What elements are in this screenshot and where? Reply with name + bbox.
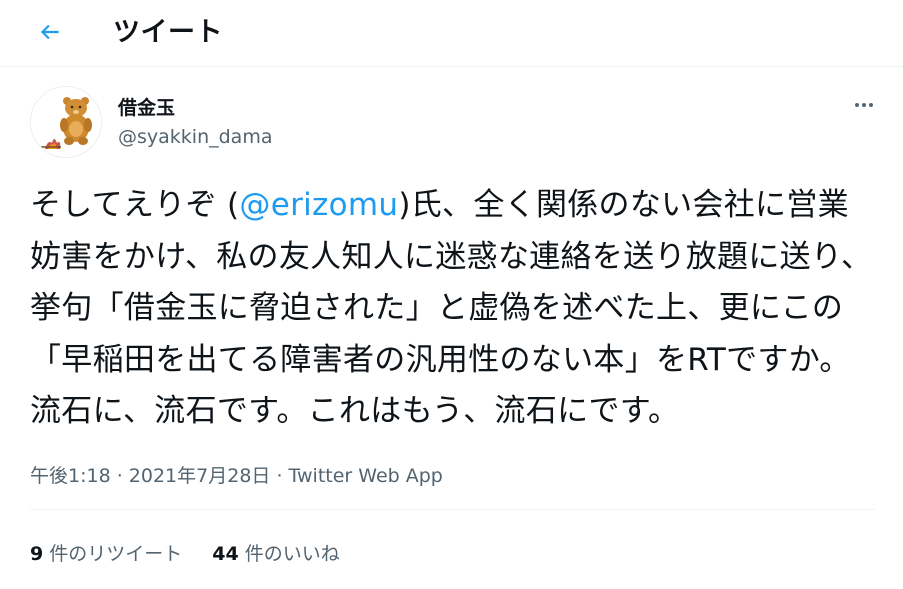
page-title: ツイート xyxy=(113,17,223,48)
user-handle[interactable]: @syakkin_dama xyxy=(118,126,272,148)
tweet-date[interactable]: 2021年7月28日 xyxy=(129,465,271,487)
tweet-text-after: )氏、全く関係のない会社に営業妨害をかけ、私の友人知人に迷惑な連絡を送り放題に送… xyxy=(30,187,873,429)
divider xyxy=(30,509,875,510)
tweet-source[interactable]: Twitter Web App xyxy=(289,465,443,487)
tweet-meta: 午後1:18 · 2021年7月28日 · Twitter Web App xyxy=(30,461,443,488)
bear-avatar-icon xyxy=(31,87,101,157)
retweets-label: 件のリツイート xyxy=(43,543,183,565)
retweets-count: 9 xyxy=(30,543,44,565)
tweet-text-before: そしてえりぞ ( xyxy=(30,187,240,223)
meta-separator-2: · xyxy=(270,465,289,487)
mention-link[interactable]: @erizomu xyxy=(239,187,398,223)
likes-label: 件のいいね xyxy=(238,543,340,565)
retweets-stat[interactable]: 9 件のリツイート xyxy=(30,539,182,566)
likes-count: 44 xyxy=(212,543,239,565)
tweet-time[interactable]: 午後1:18 xyxy=(30,465,111,487)
more-horizontal-icon xyxy=(855,103,873,107)
tweet-stats: 9 件のリツイート 44 件のいいね xyxy=(30,539,340,566)
user-display-name[interactable]: 借金玉 xyxy=(118,93,175,120)
tweet-text: そしてえりぞ (@erizomu)氏、全く関係のない会社に営業妨害をかけ、私の友… xyxy=(30,180,875,438)
page-header: ツイート xyxy=(0,0,903,67)
likes-stat[interactable]: 44 件のいいね xyxy=(212,539,340,566)
meta-separator: · xyxy=(110,465,129,487)
back-button[interactable] xyxy=(30,12,70,52)
avatar[interactable] xyxy=(30,86,102,158)
more-options-button[interactable] xyxy=(846,90,882,120)
arrow-left-icon xyxy=(40,24,59,40)
